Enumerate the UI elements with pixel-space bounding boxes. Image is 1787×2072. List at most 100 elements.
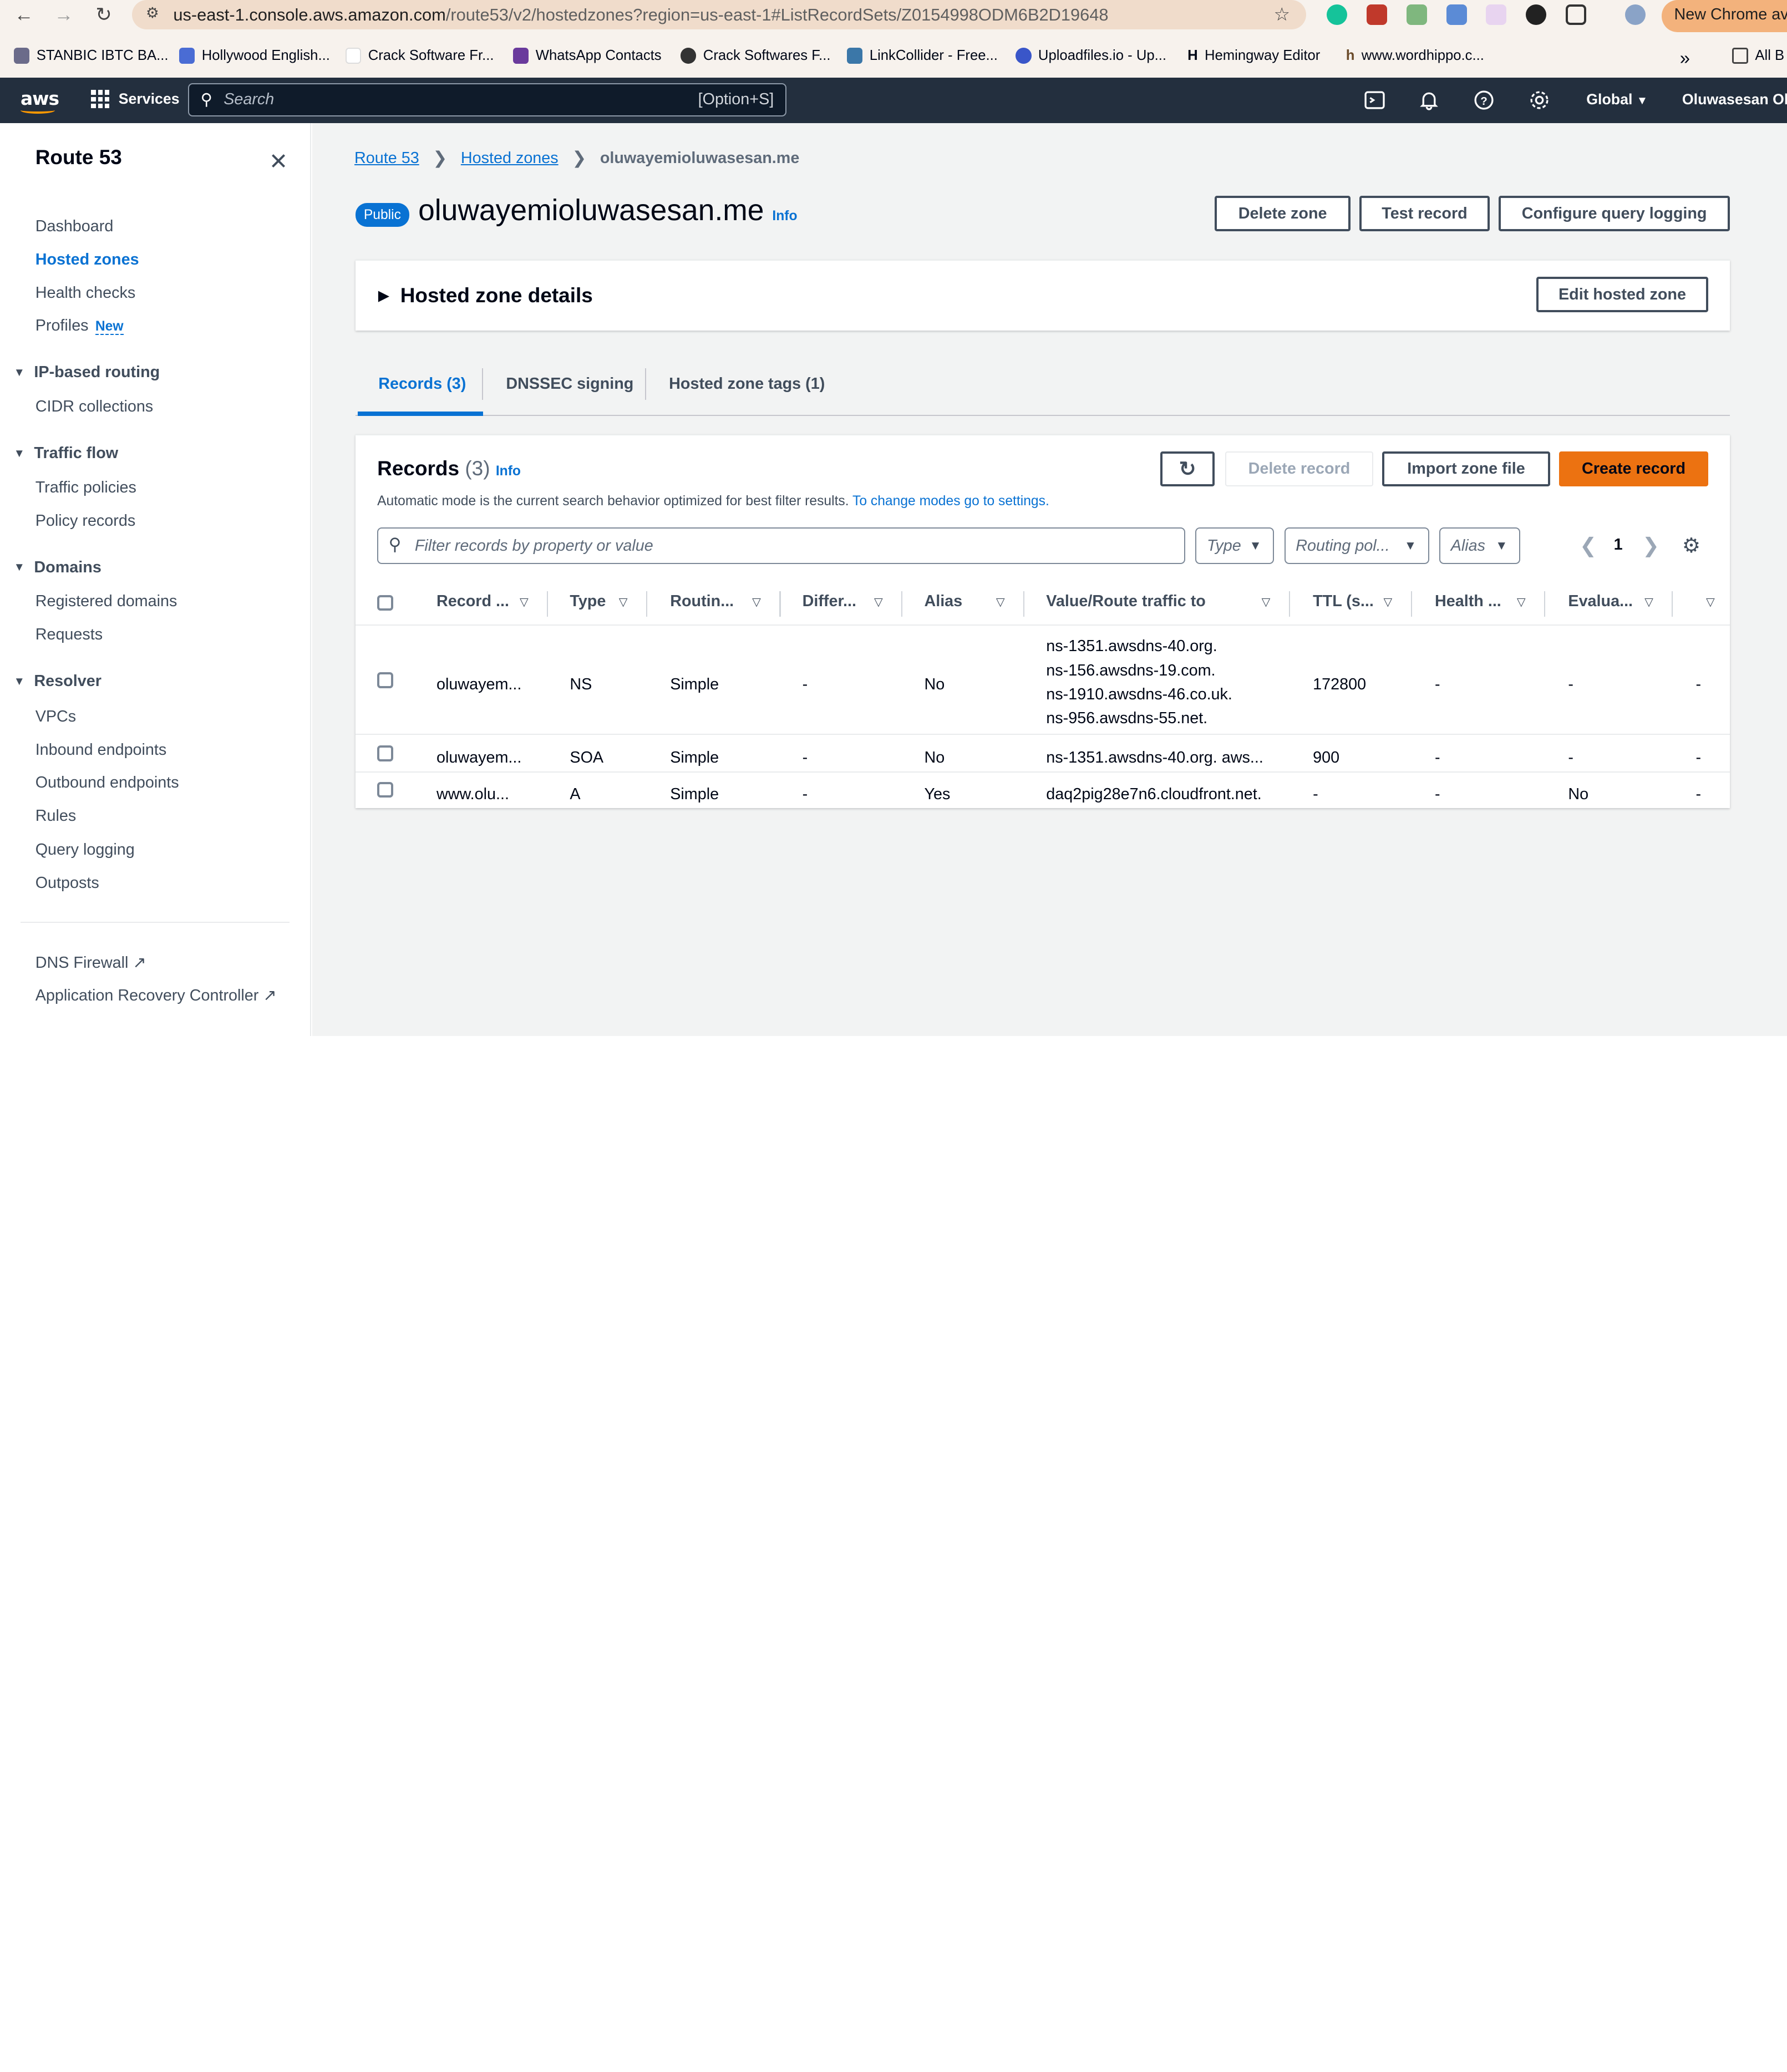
record-name-cell[interactable]: www.olu... <box>436 785 509 804</box>
row-checkbox[interactable] <box>377 745 393 761</box>
column-divider[interactable] <box>1023 591 1025 617</box>
edit-hosted-zone-button[interactable]: Edit hosted zone <box>1536 277 1709 312</box>
filter-records-input[interactable]: ⚲ Filter records by property or value <box>377 527 1185 565</box>
column-header-evaluate-health[interactable]: Evalua... <box>1568 592 1633 611</box>
sort-icon[interactable]: ▽ <box>1644 595 1653 609</box>
close-icon[interactable]: ✕ <box>269 148 288 175</box>
column-header-value[interactable]: Value/Route traffic to <box>1046 592 1206 611</box>
record-name-cell[interactable]: oluwayem... <box>436 676 521 694</box>
refresh-button[interactable]: ↻ <box>1160 451 1215 487</box>
sidebar-item-dns-firewall[interactable]: DNS Firewall ↗ <box>35 953 146 972</box>
sort-icon[interactable]: ▽ <box>752 595 761 609</box>
back-icon[interactable]: ← <box>12 2 37 27</box>
forward-icon[interactable]: → <box>51 2 76 27</box>
sidebar-item-hosted-zones[interactable]: Hosted zones <box>35 251 139 269</box>
next-page-icon[interactable]: ❯ <box>1642 534 1659 557</box>
sidebar-item-outbound-endpoints[interactable]: Outbound endpoints <box>35 774 179 792</box>
extension-icon[interactable] <box>1486 4 1507 26</box>
site-info-icon[interactable]: ⚙ <box>146 4 159 22</box>
column-divider[interactable] <box>646 591 648 617</box>
sidebar-section-resolver[interactable]: ▼ Resolver <box>14 672 101 690</box>
preferences-gear-icon[interactable]: ⚙ <box>1682 534 1700 557</box>
sidebar-item-health-checks[interactable]: Health checks <box>35 284 136 302</box>
bookmark-star-icon[interactable]: ☆ <box>1274 3 1290 25</box>
column-header-ttl[interactable]: TTL (s... <box>1313 592 1374 611</box>
sidebar-item-arc[interactable]: Application Recovery Controller ↗ <box>35 986 277 1005</box>
sidebar-item-inbound-endpoints[interactable]: Inbound endpoints <box>35 741 167 759</box>
routing-policy-filter-dropdown[interactable]: Routing pol... ▼ <box>1284 527 1429 565</box>
aws-logo[interactable]: aws <box>20 88 59 114</box>
sidebar-item-profiles[interactable]: Profiles New <box>35 317 124 336</box>
bookmark-item[interactable]: h www.wordhippo.c... <box>1346 48 1484 64</box>
column-divider[interactable] <box>1410 591 1412 617</box>
column-header-type[interactable]: Type <box>570 592 606 611</box>
test-record-button[interactable]: Test record <box>1359 196 1490 232</box>
sidebar-item-query-logging[interactable]: Query logging <box>35 841 135 859</box>
tab-records[interactable]: Records (3) <box>378 375 466 393</box>
info-link[interactable]: Info <box>772 209 797 224</box>
bookmarks-overflow-button[interactable]: » <box>1680 48 1690 69</box>
column-header-differentiator[interactable]: Differ... <box>803 592 856 611</box>
column-header-record-name[interactable]: Record ... <box>436 592 509 611</box>
help-icon[interactable]: ? <box>1473 89 1495 111</box>
bookmark-item[interactable]: Hollywood English... <box>179 48 330 64</box>
row-checkbox[interactable] <box>377 672 393 689</box>
sidebar-item-requests[interactable]: Requests <box>35 626 103 644</box>
sidebar-section-traffic-flow[interactable]: ▼ Traffic flow <box>14 444 119 463</box>
column-header-alias[interactable]: Alias <box>924 592 962 611</box>
row-checkbox[interactable] <box>377 781 393 798</box>
bookmark-item[interactable]: STANBIC IBTC BA... <box>13 48 169 64</box>
column-divider[interactable] <box>901 591 903 617</box>
alias-filter-dropdown[interactable]: Alias ▼ <box>1439 527 1521 565</box>
sort-icon[interactable]: ▽ <box>1517 595 1526 609</box>
extension-icon[interactable] <box>1366 4 1387 26</box>
breadcrumb-route53[interactable]: Route 53 <box>354 149 419 167</box>
column-divider[interactable] <box>1544 591 1546 617</box>
sort-icon[interactable]: ▽ <box>996 595 1005 609</box>
profile-avatar[interactable] <box>1625 4 1646 26</box>
breadcrumb-hosted-zones[interactable]: Hosted zones <box>461 149 559 167</box>
page-number[interactable]: 1 <box>1614 536 1623 554</box>
column-divider[interactable] <box>547 591 549 617</box>
sort-icon[interactable]: ▽ <box>1262 595 1271 609</box>
bookmark-item[interactable]: WhatsApp Contacts <box>512 48 662 64</box>
sort-icon[interactable]: ▽ <box>1384 595 1393 609</box>
column-header-health-check[interactable]: Health ... <box>1435 592 1501 611</box>
settings-link[interactable]: To change modes go to settings. <box>852 494 1049 509</box>
region-selector[interactable]: Global ▼ <box>1586 91 1648 108</box>
sidebar-item-rules[interactable]: Rules <box>35 807 77 825</box>
previous-page-icon[interactable]: ❮ <box>1580 534 1597 557</box>
column-divider[interactable] <box>1672 591 1673 617</box>
sort-icon[interactable]: ▽ <box>874 595 883 609</box>
sort-icon[interactable]: ▽ <box>619 595 628 609</box>
reload-icon[interactable]: ↻ <box>91 2 116 27</box>
configure-query-logging-button[interactable]: Configure query logging <box>1499 196 1730 232</box>
console-search-input[interactable]: ⚲ Search [Option+S] <box>188 83 786 116</box>
notifications-bell-icon[interactable] <box>1418 89 1440 111</box>
sort-icon[interactable]: ▽ <box>1706 595 1715 609</box>
sidebar-item-policy-records[interactable]: Policy records <box>35 512 136 530</box>
sidebar-section-ip-routing[interactable]: ▼ IP-based routing <box>14 363 160 382</box>
type-filter-dropdown[interactable]: Type ▼ <box>1195 527 1275 565</box>
bookmark-item[interactable]: Crack Software Fr... <box>345 48 494 64</box>
account-menu[interactable]: Oluwasesan Oluw <box>1682 91 1787 108</box>
tab-dnssec[interactable]: DNSSEC signing <box>506 375 633 393</box>
bookmark-item[interactable]: LinkCollider - Free... <box>846 48 998 64</box>
cloudshell-icon[interactable] <box>1363 89 1386 111</box>
delete-zone-button[interactable]: Delete zone <box>1215 196 1351 232</box>
address-bar[interactable]: ⚙ us-east-1.console.aws.amazon.com/route… <box>132 0 1306 30</box>
sidebar-item-dashboard[interactable]: Dashboard <box>35 217 114 236</box>
settings-gear-icon[interactable] <box>1528 89 1551 111</box>
sidebar-item-cidr[interactable]: CIDR collections <box>35 398 154 416</box>
sort-icon[interactable]: ▽ <box>520 595 529 609</box>
sidebar-item-traffic-policies[interactable]: Traffic policies <box>35 479 136 497</box>
sidebar-section-domains[interactable]: ▼ Domains <box>14 558 101 577</box>
delete-record-button[interactable]: Delete record <box>1225 451 1373 487</box>
extension-icon[interactable] <box>1526 4 1547 26</box>
bookmark-item[interactable]: Uploadfiles.io - Up... <box>1015 48 1166 64</box>
extension-icon[interactable] <box>1406 4 1427 26</box>
column-divider[interactable] <box>779 591 781 617</box>
info-link[interactable]: Info <box>496 464 521 479</box>
select-all-checkbox[interactable] <box>377 595 393 611</box>
sidebar-item-vpcs[interactable]: VPCs <box>35 708 77 726</box>
